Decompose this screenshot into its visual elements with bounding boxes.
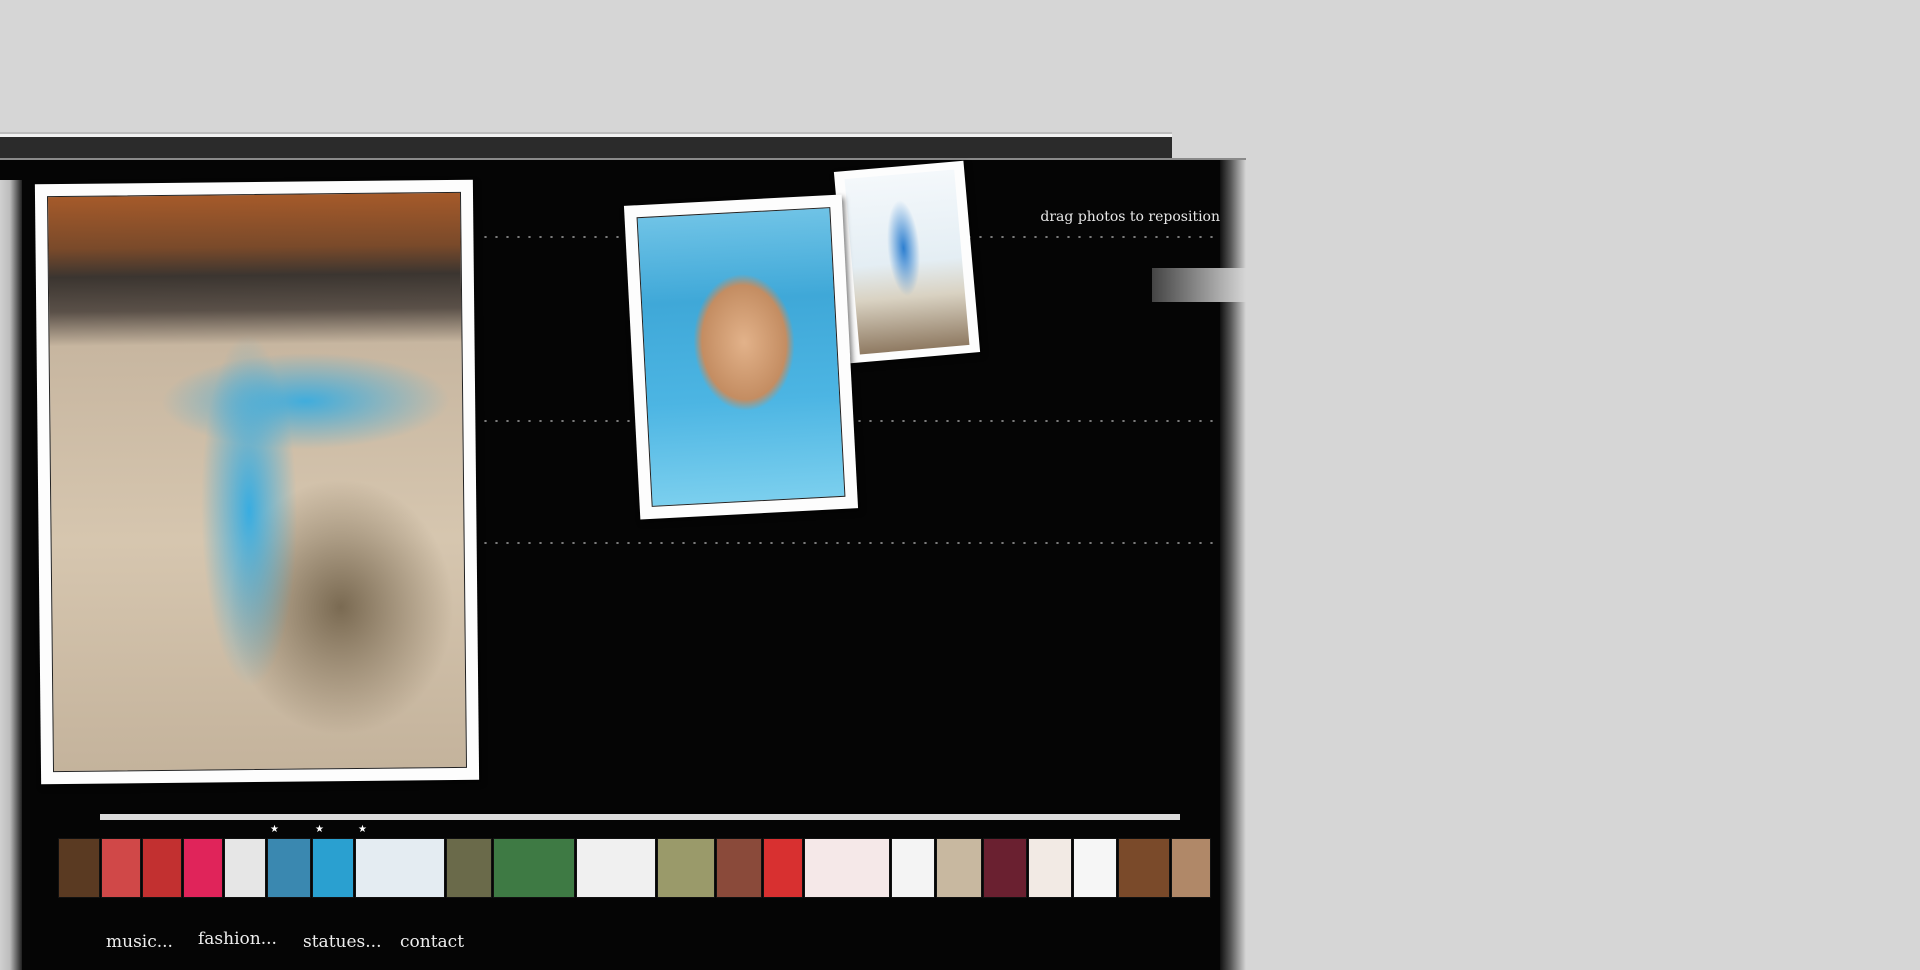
thumbnail[interactable] xyxy=(1118,838,1170,898)
star-icon: ★ xyxy=(270,824,279,835)
torn-edge-left xyxy=(0,180,22,970)
thumbnail[interactable] xyxy=(224,838,266,898)
beach-photo[interactable] xyxy=(34,179,480,785)
thumbnail[interactable] xyxy=(183,838,223,898)
beach-photo-image xyxy=(46,191,468,773)
thumbnail[interactable] xyxy=(716,838,762,898)
thumbnail-strip: ★ ★ ★ xyxy=(58,824,1211,900)
thumbnail[interactable] xyxy=(142,838,182,898)
thumbnail[interactable] xyxy=(446,838,492,898)
drag-hint: drag photos to reposition xyxy=(1040,209,1220,225)
star-icon: ★ xyxy=(358,824,367,835)
thumbnail[interactable] xyxy=(983,838,1027,898)
nav-statues[interactable]: statues... xyxy=(303,932,381,952)
dotted-line xyxy=(480,542,1220,544)
thumbnail[interactable] xyxy=(804,838,890,898)
thumbnail[interactable]: ★ xyxy=(267,824,311,898)
strip-ticks xyxy=(100,814,1180,834)
thumbnail[interactable] xyxy=(576,838,656,898)
thumbnail[interactable]: ★ xyxy=(355,824,445,898)
thumbnail[interactable] xyxy=(493,838,575,898)
nav-contact[interactable]: contact xyxy=(400,932,464,952)
chair-photo-image xyxy=(844,169,970,355)
thumbnail[interactable] xyxy=(58,838,100,898)
thumbnail[interactable] xyxy=(101,838,141,898)
thumbnail[interactable] xyxy=(891,838,935,898)
thumbnail[interactable] xyxy=(1028,838,1072,898)
thumbnail[interactable]: ★ xyxy=(312,824,354,898)
thumbnail[interactable] xyxy=(1073,838,1117,898)
face-photo-image xyxy=(636,207,846,507)
nav-fashion[interactable]: fashion... xyxy=(198,929,277,949)
thumbnail[interactable] xyxy=(657,838,715,898)
thumbnail[interactable] xyxy=(936,838,982,898)
star-icon: ★ xyxy=(315,824,324,835)
thumbnail[interactable] xyxy=(763,838,803,898)
chair-photo[interactable] xyxy=(833,160,981,364)
thumbnail[interactable] xyxy=(1171,838,1211,898)
sheet-scratch xyxy=(1152,268,1246,302)
nav-music[interactable]: music... xyxy=(106,932,173,952)
face-photo[interactable] xyxy=(623,194,859,520)
